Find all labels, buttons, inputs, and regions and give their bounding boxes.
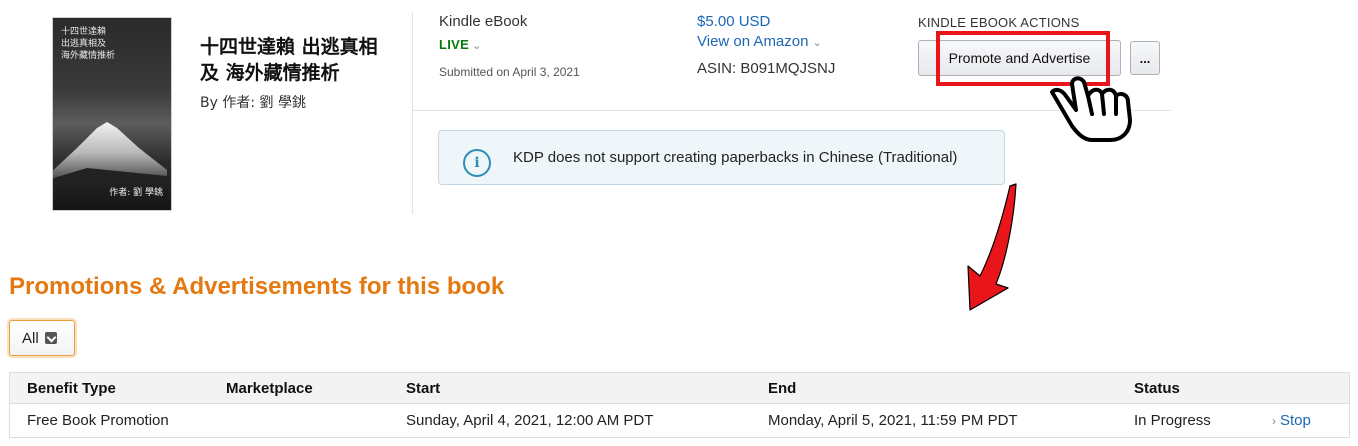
status-text: LIVE bbox=[439, 37, 470, 52]
column-header-end: End bbox=[768, 379, 797, 397]
status-badge[interactable]: LIVE ⌄ bbox=[439, 37, 482, 52]
promotions-table: Benefit Type Marketplace Start End Statu… bbox=[9, 372, 1350, 438]
price-link[interactable]: $5.00 USD bbox=[697, 13, 770, 30]
table-row: Free Book Promotion Sunday, April 4, 202… bbox=[9, 404, 1350, 438]
chevron-right-icon: › bbox=[1272, 413, 1276, 428]
stop-promotion-link[interactable]: › Stop bbox=[1272, 404, 1311, 437]
column-header-status: Status bbox=[1134, 379, 1180, 397]
column-header-benefit-type: Benefit Type bbox=[27, 379, 116, 397]
cell-end: Monday, April 5, 2021, 11:59 PM PDT bbox=[768, 412, 1018, 429]
column-header-start: Start bbox=[406, 379, 441, 397]
red-arrow bbox=[967, 183, 1017, 311]
cell-benefit-type: Free Book Promotion bbox=[27, 412, 169, 429]
section-title: Promotions & Advertisements for this boo… bbox=[9, 273, 505, 300]
chevron-down-icon bbox=[44, 332, 57, 344]
cover-title-text: 十四世達賴 出逃真相及 海外藏情推析 bbox=[61, 27, 116, 61]
filter-value: All bbox=[22, 329, 39, 347]
vertical-divider bbox=[412, 12, 413, 214]
chevron-down-icon: ⌄ bbox=[472, 40, 482, 52]
asin-text: ASIN: B091MQJSNJ bbox=[697, 60, 836, 77]
book-author: By 作者: 劉 學銚 bbox=[200, 95, 306, 111]
view-on-amazon-label: View on Amazon bbox=[697, 33, 809, 50]
info-icon: i bbox=[463, 149, 491, 177]
book-cover[interactable]: 十四世達賴 出逃真相及 海外藏情推析 作者: 劉 學銚 bbox=[52, 17, 172, 211]
alert-text: KDP does not support creating paperbacks… bbox=[513, 149, 958, 166]
chevron-down-icon: ⌄ bbox=[812, 37, 822, 49]
cover-author-text: 作者: 劉 學銚 bbox=[109, 188, 163, 198]
view-on-amazon-link[interactable]: View on Amazon ⌄ bbox=[697, 33, 822, 50]
promotion-filter-dropdown[interactable]: All bbox=[9, 320, 75, 356]
stop-label: Stop bbox=[1280, 412, 1311, 429]
book-title: 十四世達賴 出逃真相及 海外藏情推析 bbox=[200, 36, 378, 84]
format-type: Kindle eBook bbox=[439, 13, 528, 30]
cell-status: In Progress bbox=[1134, 412, 1211, 429]
more-actions-button[interactable]: ... bbox=[1130, 41, 1160, 75]
column-header-marketplace: Marketplace bbox=[226, 379, 313, 397]
mountain-image bbox=[53, 122, 167, 184]
cell-start: Sunday, April 4, 2021, 12:00 AM PDT bbox=[406, 412, 654, 429]
actions-heading: KINDLE EBOOK ACTIONS bbox=[918, 15, 1080, 30]
promote-and-advertise-button[interactable]: Promote and Advertise bbox=[918, 40, 1121, 76]
table-header-row: Benefit Type Marketplace Start End Statu… bbox=[9, 372, 1350, 404]
submitted-date: Submitted on April 3, 2021 bbox=[439, 65, 580, 79]
info-alert: i KDP does not support creating paperbac… bbox=[438, 130, 1005, 185]
hand-pointer-icon bbox=[1050, 76, 1132, 142]
